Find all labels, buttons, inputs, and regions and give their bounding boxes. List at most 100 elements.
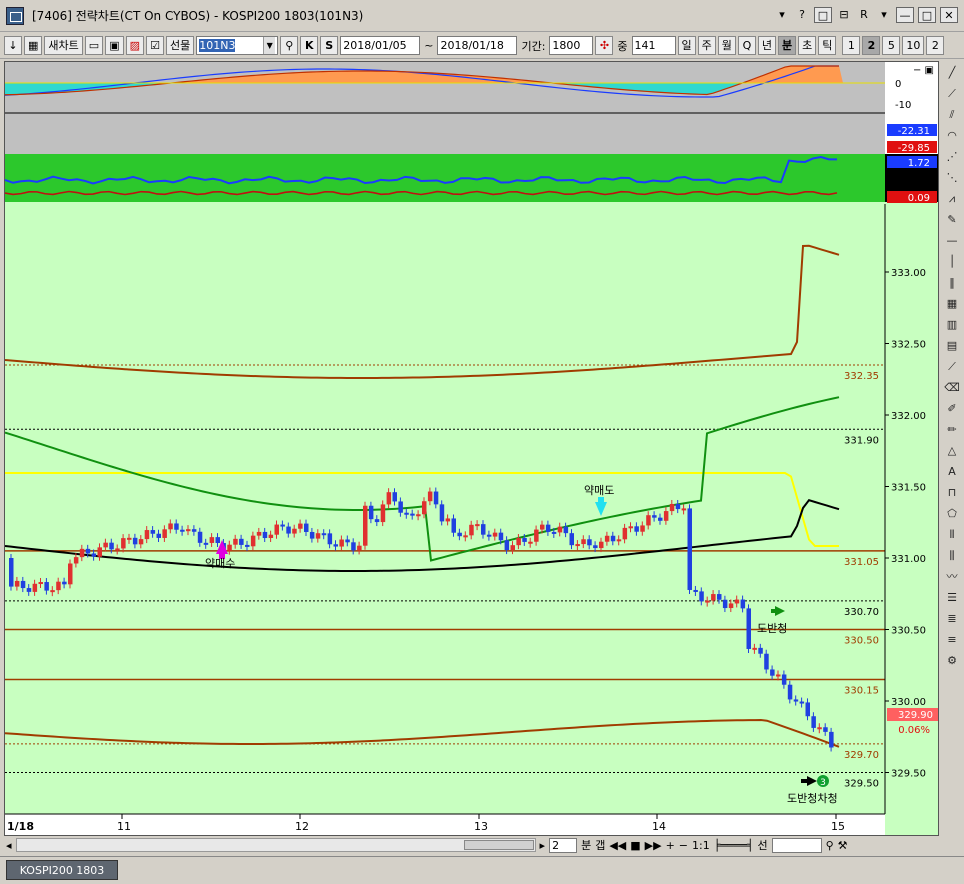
zoom-out-icon[interactable]: − xyxy=(679,839,688,852)
triangle-icon[interactable]: △ xyxy=(943,442,961,460)
count-input[interactable]: 141 xyxy=(631,36,676,55)
period-second-button[interactable]: 초 xyxy=(798,36,817,55)
period-year-button[interactable]: 년 xyxy=(757,36,777,55)
checkbox-icon[interactable]: ☑ xyxy=(146,36,164,55)
search-icon[interactable]: ⚲ xyxy=(280,36,299,55)
gann-icon[interactable]: ⋱ xyxy=(943,169,961,187)
link-button[interactable]: ⊟ xyxy=(836,7,852,23)
close-button[interactable]: ✕ xyxy=(940,7,958,23)
interval-1-button[interactable]: 1 xyxy=(842,36,861,55)
scroll-track[interactable] xyxy=(15,838,536,852)
help-button[interactable]: ? xyxy=(794,7,810,23)
trendline-icon[interactable]: ╱ xyxy=(943,64,961,82)
save-icon[interactable]: ▣ xyxy=(105,36,124,55)
wrench-icon[interactable]: ⚒ xyxy=(838,839,848,852)
candle-45 xyxy=(274,524,279,535)
vertical-line-icon[interactable]: │ xyxy=(943,253,961,271)
magnet-icon[interactable]: ⊓ xyxy=(943,484,961,502)
list2-icon[interactable]: ≣ xyxy=(943,610,961,628)
date-to-select[interactable]: 2018/01/18▼ xyxy=(437,36,518,55)
brush-icon[interactable]: ✐ xyxy=(943,400,961,418)
candle-63 xyxy=(380,504,386,523)
fan-icon[interactable]: ⋰ xyxy=(943,148,961,166)
line-type-label[interactable]: 선 xyxy=(757,837,767,853)
drawing-toolbar: ╱ ⟋ ⫽ ◠ ⋰ ⋱ ⩘ ✎ — │ ‖ ▦ ▥ ▤ ⟋ ⌫ ✐ ✏ △ A … xyxy=(940,61,964,851)
eraser-icon[interactable]: ⌫ xyxy=(943,379,961,397)
candle-92 xyxy=(551,531,557,534)
chart-svg[interactable]: 0 -10 -22.31 -29.85 − ▣ ✕ 1.72 0.09 xyxy=(5,62,939,836)
cycle-lines-icon[interactable]: ‖ xyxy=(943,274,961,292)
interval-more-button[interactable]: 2 xyxy=(926,36,945,55)
panel-controls[interactable]: − ▣ ✕ xyxy=(913,65,939,76)
candle-136 xyxy=(811,716,816,728)
minimize-button[interactable]: — xyxy=(896,7,914,23)
date-from-select[interactable]: 2018/01/05▼ xyxy=(340,36,421,55)
grid-icon[interactable]: ▦ xyxy=(943,295,961,313)
marker-icon[interactable]: ✏ xyxy=(943,421,961,439)
period-input[interactable]: 1800 xyxy=(549,36,594,55)
scroll-right-icon[interactable]: ▸ xyxy=(540,839,546,852)
code-select[interactable]: 101N3 ▼ xyxy=(196,36,279,55)
channel-icon[interactable]: ⫽ xyxy=(943,106,961,124)
period-quarter-button[interactable]: Q xyxy=(737,36,756,55)
wave-icon[interactable]: 〰 xyxy=(943,568,961,586)
menu-dropdown-button[interactable]: ▾ xyxy=(774,7,790,23)
shape-icon[interactable]: ⬠ xyxy=(943,505,961,523)
s-button[interactable]: S xyxy=(320,36,339,55)
forward-icon[interactable]: ▶▶ xyxy=(645,839,662,852)
zoom-value-input[interactable]: 2 xyxy=(549,837,578,853)
new-chart-button[interactable]: 새차트 xyxy=(44,36,83,55)
columns-icon[interactable]: ⦀ xyxy=(943,526,961,544)
crosshair-icon[interactable]: ✣ xyxy=(595,36,614,55)
period-day-button[interactable]: 일 xyxy=(677,36,696,55)
fibo-grid-icon[interactable]: ▥ xyxy=(943,316,961,334)
delete-icon[interactable]: ▨ xyxy=(125,36,144,55)
zoom-slider[interactable]: ╞════╡ xyxy=(714,839,754,852)
ruler-icon[interactable]: ⟋ xyxy=(943,358,961,376)
zoom-in-icon[interactable]: + xyxy=(666,839,675,852)
search-field[interactable] xyxy=(771,837,822,853)
interval-10-button[interactable]: 10 xyxy=(902,36,925,55)
candle-43 xyxy=(262,531,268,539)
stop-icon[interactable]: ■ xyxy=(630,839,640,852)
stripes-icon[interactable]: ⫼ xyxy=(943,547,961,565)
period-minute-button[interactable]: 분 xyxy=(778,36,797,55)
scroll-left-icon[interactable]: ◂ xyxy=(6,839,12,852)
candle-67 xyxy=(404,512,409,515)
candle-6 xyxy=(44,582,49,591)
ray-icon[interactable]: ⟋ xyxy=(943,85,961,103)
toggle-panel-button[interactable]: □ xyxy=(814,7,832,23)
candle-132 xyxy=(787,684,793,700)
candle-57 xyxy=(345,539,350,543)
interval-2-button[interactable]: 2 xyxy=(862,36,881,55)
price-tick-6: 330.00 xyxy=(891,697,926,708)
gap-button[interactable]: 갭 xyxy=(595,837,605,853)
fan-lines-icon[interactable]: ⩘ xyxy=(943,190,961,208)
period-tick-button[interactable]: 틱 xyxy=(818,36,837,55)
chart-settings-icon[interactable]: ⚙ xyxy=(943,652,961,670)
table-icon[interactable]: ▦ xyxy=(24,36,43,55)
pencil-icon[interactable]: ✎ xyxy=(943,211,961,229)
arc-icon[interactable]: ◠ xyxy=(943,127,961,145)
text-icon[interactable]: A xyxy=(943,463,961,481)
chart-area[interactable]: 0 -10 -22.31 -29.85 − ▣ ✕ 1.72 0.09 xyxy=(4,61,939,836)
status-tab[interactable]: KOSPI200 1803 xyxy=(6,860,118,880)
rewind-icon[interactable]: ◀◀ xyxy=(609,839,626,852)
time-label-3: 13 xyxy=(474,820,488,833)
interval-5-button[interactable]: 5 xyxy=(882,36,901,55)
list3-icon[interactable]: ≡ xyxy=(943,631,961,649)
options-dropdown-button[interactable]: ▾ xyxy=(876,7,892,23)
search-icon-bottom[interactable]: ⚲ xyxy=(826,839,834,852)
open-folder-icon[interactable]: ▭ xyxy=(84,36,104,55)
market-select-button[interactable]: 선물 xyxy=(166,36,195,55)
period-week-button[interactable]: 주 xyxy=(697,36,716,55)
horizontal-line-icon[interactable]: — xyxy=(943,232,961,250)
k-button[interactable]: K xyxy=(300,36,319,55)
bars-icon[interactable]: ▤ xyxy=(943,337,961,355)
list-icon[interactable]: ☰ xyxy=(943,589,961,607)
scroll-thumb[interactable] xyxy=(463,840,534,850)
maximize-button[interactable]: □ xyxy=(918,7,936,23)
period-month-button[interactable]: 월 xyxy=(717,36,736,55)
r-button[interactable]: R xyxy=(856,7,872,23)
down-arrow-icon[interactable]: ↓ xyxy=(4,36,22,55)
